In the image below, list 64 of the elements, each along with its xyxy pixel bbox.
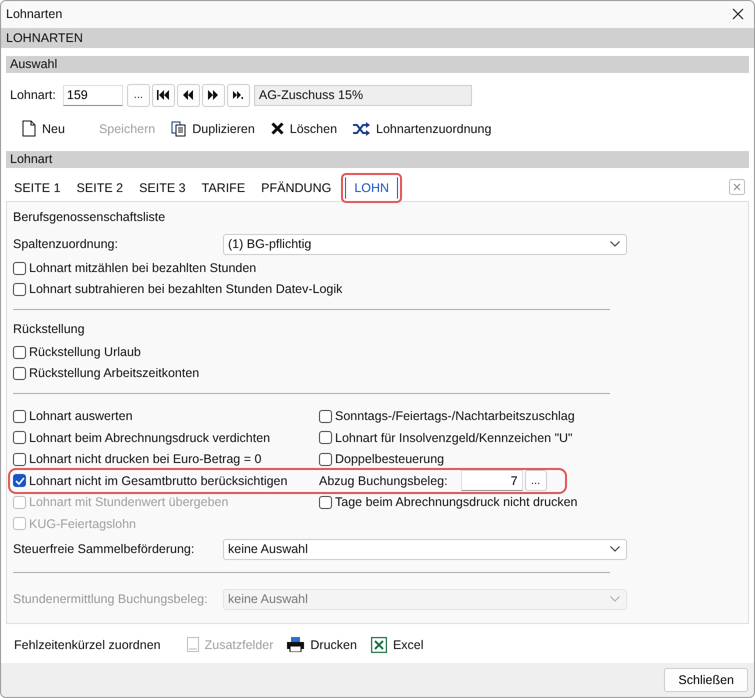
close-icon[interactable] <box>732 8 744 20</box>
first-button[interactable] <box>152 84 175 107</box>
checkbox[interactable]: Rückstellung Arbeitszeitkonten <box>13 362 742 384</box>
group-title: Rückstellung <box>13 322 86 336</box>
close-button[interactable]: Schließen <box>664 668 748 692</box>
number-field[interactable]: 159 <box>62 84 123 106</box>
form-icon <box>186 637 199 652</box>
toolbar-button[interactable]: Excel <box>364 636 431 653</box>
checkbox[interactable]: Lohnart auswerten <box>13 406 319 427</box>
field-label: Lohnart: <box>10 88 56 102</box>
document-icon <box>22 120 36 138</box>
dropdown[interactable]: keine Auswahl <box>223 538 627 560</box>
toolbar-button[interactable]: Duplizieren <box>163 118 263 140</box>
field-label: Steuerfreie Sammelbeförderung: <box>13 542 196 556</box>
collapse-icon[interactable] <box>729 178 745 195</box>
field-label: Stundenermittlung Buchungsbeleg: <box>13 592 209 606</box>
chevron-icon <box>610 241 620 248</box>
checkbox[interactable]: Lohnart nicht im Gesamtbrutto berücksichtigen <box>13 470 319 492</box>
toolbar-button[interactable]: Löschen <box>262 118 346 140</box>
toolbar-button[interactable]: Fehlzeitenkürzel zuordnen <box>7 638 168 652</box>
next-button[interactable] <box>202 84 225 107</box>
last-button[interactable] <box>226 84 250 107</box>
tab[interactable]: TARIFE <box>194 176 254 199</box>
checkmark-icon <box>14 476 24 485</box>
tab[interactable]: PFÄNDUNG <box>253 176 340 199</box>
delete-icon <box>270 122 284 136</box>
printer-icon <box>287 637 304 652</box>
checkbox[interactable]: Lohnart für Insolvenzgeld/Kennzeichen "U" <box>319 427 572 448</box>
number-field[interactable]: 7 <box>460 470 523 492</box>
toolbar-button[interactable]: Neu <box>14 118 73 140</box>
group-title: Berufsgenossenschaftsliste <box>13 210 166 224</box>
tab[interactable]: SEITE 1 <box>6 176 69 199</box>
checkbox[interactable]: Lohnart beim Abrechnungsdruck verdichten <box>13 427 319 448</box>
section-header: Auswahl <box>6 56 749 73</box>
shuffle-icon <box>353 122 370 136</box>
spreadsheet-icon <box>370 636 387 653</box>
rewind-icon <box>183 90 194 100</box>
browse-button[interactable]: ... <box>524 470 547 492</box>
checkbox[interactable]: Rückstellung Urlaub <box>13 342 742 363</box>
checkbox[interactable]: Lohnart nicht drucken bei Euro-Betrag = 0 <box>13 448 319 470</box>
dropdown[interactable]: (1) BG-pflichtig <box>223 234 627 255</box>
browse-button[interactable]: ... <box>126 84 150 107</box>
tab[interactable]: SEITE 3 <box>131 176 194 199</box>
previous-button[interactable] <box>176 84 200 107</box>
field-label: Spaltenzuordnung: <box>13 237 119 252</box>
toolbar-button[interactable]: Lohnartenzuordnung <box>345 118 500 140</box>
header-bar: LOHNARTEN <box>1 28 754 48</box>
checkbox[interactable]: Doppelbesteuerung <box>319 448 444 470</box>
name-field: AG-Zuschuss 15% <box>254 84 472 106</box>
chevron-icon <box>610 596 620 602</box>
tab[interactable]: SEITE 2 <box>68 176 132 199</box>
checkbox[interactable]: Tage beim Abrechnungsdruck nicht drucken <box>319 492 578 513</box>
field-label: Abzug Buchungsbeleg: <box>319 474 448 488</box>
window-title: Lohnarten <box>6 7 62 22</box>
checkbox[interactable]: Lohnart subtrahieren bei bezahlten Stunden Datev-Logik <box>13 278 742 300</box>
first-icon <box>157 90 170 100</box>
forward-icon <box>233 91 244 100</box>
copy-icon <box>171 120 186 137</box>
section-header: Lohnart <box>6 150 749 168</box>
checkbox[interactable]: Sonntags-/Feiertags-/Nachtarbeitszuschlag <box>319 406 575 427</box>
chevron-icon <box>610 546 620 552</box>
checkbox[interactable]: Lohnart mitzählen bei bezahlten Stunden <box>13 258 742 279</box>
toolbar-button[interactable]: Drucken <box>280 637 364 652</box>
forward-icon <box>208 90 218 100</box>
